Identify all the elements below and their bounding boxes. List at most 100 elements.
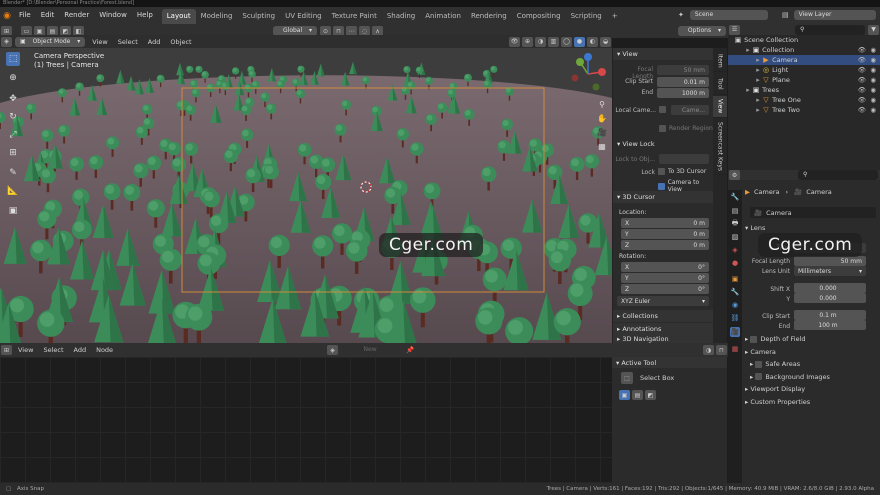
- modifier-tab-icon[interactable]: 🔧: [730, 287, 740, 297]
- scene-selector[interactable]: ✦ Scene: [678, 9, 770, 21]
- panel-enable-checkbox[interactable]: [755, 360, 763, 368]
- menu-render[interactable]: Render: [59, 7, 94, 24]
- cursor-location-y[interactable]: Y 0 m: [621, 229, 709, 239]
- cursor-rotation-y[interactable]: Y 0°: [621, 273, 709, 283]
- node-menu-node[interactable]: Node: [91, 346, 118, 354]
- collections-panel-header[interactable]: ▸ Collections: [613, 310, 713, 322]
- outliner-row-trees[interactable]: ▸ ▣ Trees 👁 ◉: [728, 85, 880, 95]
- view-lock-subpanel[interactable]: ▾ View Lock: [617, 140, 655, 148]
- pin-icon[interactable]: 📌: [401, 346, 419, 354]
- tab-view[interactable]: View: [713, 96, 727, 118]
- object-tab-icon[interactable]: ▣: [730, 274, 740, 284]
- tab-texture-paint[interactable]: Texture Paint: [327, 9, 382, 24]
- scene-name[interactable]: Scene: [689, 10, 768, 20]
- measure-tool-icon[interactable]: 📐: [6, 184, 20, 198]
- perspective-grid-icon[interactable]: ▦: [596, 140, 608, 152]
- shading-render-icon[interactable]: ◒: [600, 36, 611, 47]
- properties-editor-icon[interactable]: ⚙: [729, 170, 740, 180]
- physics-tab-icon[interactable]: ◉: [730, 300, 740, 310]
- navigation-gizmo[interactable]: [566, 52, 610, 96]
- transform-tool-icon[interactable]: ⊞: [6, 146, 20, 160]
- xray-icon[interactable]: ▥: [548, 36, 559, 47]
- pan-hand-icon[interactable]: ✋: [596, 112, 608, 124]
- select-set-icon[interactable]: ▣: [619, 390, 630, 400]
- properties-search[interactable]: ⚲: [798, 170, 878, 180]
- lock-to-object-field[interactable]: [659, 154, 709, 164]
- menu-file[interactable]: File: [14, 7, 36, 24]
- render-region-toggle[interactable]: Render Region: [659, 125, 713, 132]
- expand-chevron-icon[interactable]: ▸: [754, 76, 762, 84]
- tab-scripting[interactable]: Scripting: [566, 9, 607, 24]
- options-button[interactable]: Options ▾: [677, 26, 726, 36]
- select-box-tool-icon[interactable]: ⬚: [6, 52, 20, 66]
- select-sub-icon[interactable]: ◩: [645, 390, 656, 400]
- shading-material-icon[interactable]: ◐: [587, 36, 598, 47]
- tab-tool[interactable]: Tool: [713, 73, 727, 95]
- gizmo-x-axis[interactable]: [598, 68, 606, 76]
- outliner-row-light[interactable]: ▸ ◎ Light 👁 ◉: [728, 65, 880, 75]
- visibility-eye-icon[interactable]: 👁: [858, 66, 866, 74]
- tab-uv-editing[interactable]: UV Editing: [280, 9, 327, 24]
- lens-panel-header[interactable]: ▾ Lens: [745, 222, 765, 234]
- menu-window[interactable]: Window: [94, 7, 132, 24]
- cursor-location-x[interactable]: X 0 m: [621, 218, 709, 228]
- render-camera-icon[interactable]: ◉: [870, 66, 876, 74]
- outliner-row-plane[interactable]: ▸ ▽ Plane 👁 ◉: [728, 75, 880, 85]
- lock-to-3d-cursor-toggle[interactable]: To 3D Cursor: [658, 168, 706, 175]
- expand-chevron-icon[interactable]: ▸: [754, 56, 762, 64]
- tab-shading[interactable]: Shading: [382, 9, 420, 24]
- expand-chevron-icon[interactable]: ▸: [754, 106, 762, 114]
- move-tool-icon[interactable]: ✥: [6, 92, 20, 106]
- add-cube-tool-icon[interactable]: ▣: [6, 204, 20, 218]
- camera-datablock-field[interactable]: 🎥 Camera: [750, 207, 876, 218]
- shading-wire-icon[interactable]: ◯: [561, 36, 572, 47]
- menu-add[interactable]: Add: [143, 38, 166, 46]
- blender-logo-icon[interactable]: ◉: [0, 11, 14, 21]
- view-layer-selector[interactable]: ▤ View Layer: [782, 9, 878, 21]
- panel-background-images[interactable]: ▸ Background Images: [750, 371, 830, 383]
- visibility-eye-icon[interactable]: 👁: [858, 96, 866, 104]
- tab-modeling[interactable]: Modeling: [196, 9, 238, 24]
- tab-animation[interactable]: Animation: [420, 9, 466, 24]
- cursor-rotation-x[interactable]: X 0°: [621, 262, 709, 272]
- new-node-tree-button[interactable]: New: [341, 345, 400, 355]
- local-camera-toggle[interactable]: [659, 106, 669, 113]
- gizmo-icon[interactable]: ⊕: [522, 36, 533, 47]
- node-tree-type-icon[interactable]: ◈: [327, 345, 339, 355]
- expand-chevron-icon[interactable]: ▸: [754, 66, 762, 74]
- outliner-editor-icon[interactable]: ☰: [729, 24, 740, 35]
- gizmo-z-axis[interactable]: [584, 53, 592, 61]
- rotation-mode-dropdown[interactable]: XYZ Euler ▾: [617, 296, 709, 306]
- 3d-view-editor-icon[interactable]: ◈: [1, 36, 12, 47]
- panel-viewport-display[interactable]: ▸ Viewport Display: [745, 383, 805, 395]
- tab-layout[interactable]: Layout: [161, 8, 196, 24]
- visibility-eye-icon[interactable]: 👁: [858, 46, 866, 54]
- node-menu-view[interactable]: View: [13, 346, 38, 354]
- tab-item[interactable]: Item: [713, 50, 727, 72]
- visibility-eye-icon[interactable]: 👁: [858, 76, 866, 84]
- expand-chevron-icon[interactable]: ▸: [744, 46, 752, 54]
- panel-depth-of-field[interactable]: ▸ Depth of Field: [745, 333, 806, 345]
- visibility-eye-icon[interactable]: 👁: [858, 86, 866, 94]
- scale-tool-icon[interactable]: ⤢: [6, 128, 20, 142]
- panel-custom-properties[interactable]: ▸ Custom Properties: [745, 396, 810, 408]
- render-camera-icon[interactable]: ◉: [870, 86, 876, 94]
- clip-start-field[interactable]: 0.01 m: [657, 77, 709, 87]
- tab-rendering[interactable]: Rendering: [466, 9, 512, 24]
- rotate-tool-icon[interactable]: ↻: [6, 110, 20, 124]
- shift-y-field[interactable]: 0.000: [794, 293, 866, 303]
- node-editor-icon[interactable]: ⊞: [1, 345, 12, 355]
- 3d-viewport[interactable]: Camera Perspective (1) Trees | Camera ⬚ …: [0, 48, 612, 343]
- expand-chevron-icon[interactable]: ▸: [744, 86, 752, 94]
- render-camera-icon[interactable]: ◉: [870, 56, 876, 64]
- clip-end-field[interactable]: 1000 m: [657, 88, 709, 98]
- node-menu-add[interactable]: Add: [69, 346, 92, 354]
- 3d-cursor-panel-header[interactable]: ▾ 3D Cursor: [613, 191, 713, 203]
- tab-screencast-keys[interactable]: Screencast Keys: [713, 119, 727, 175]
- local-camera-field[interactable]: Came...: [671, 105, 709, 115]
- annotations-panel-header[interactable]: ▸ Annotations: [613, 323, 713, 335]
- shading-solid-icon[interactable]: ●: [574, 36, 585, 47]
- panel-enable-checkbox[interactable]: [750, 335, 758, 343]
- tab-sculpting[interactable]: Sculpting: [237, 9, 280, 24]
- lens-unit-dropdown[interactable]: Millimeters ▾: [794, 266, 866, 276]
